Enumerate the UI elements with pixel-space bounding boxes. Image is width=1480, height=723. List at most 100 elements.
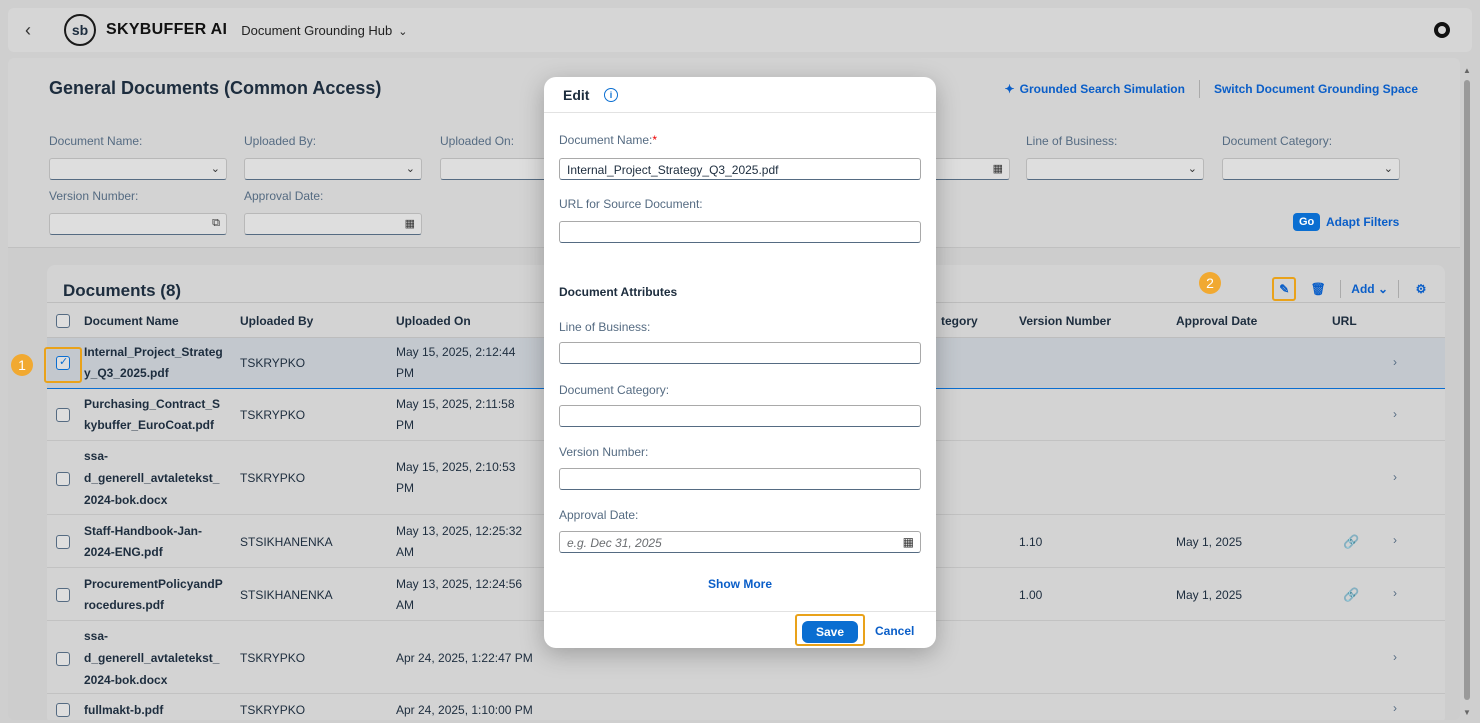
add-menu-button[interactable]: Add ⌄ — [1351, 282, 1388, 296]
filter-uploaded-by: Uploaded By: ⌄ — [244, 134, 422, 180]
uploaded-by: STSIKHANENKA — [240, 535, 333, 549]
app-title: Document Grounding Hub — [241, 22, 393, 38]
brand-name: SKYBUFFER AI — [106, 21, 228, 38]
version-number-field[interactable] — [559, 468, 921, 490]
row-checkbox[interactable] — [56, 472, 70, 486]
column-uploaded-on[interactable]: Uploaded On — [396, 314, 471, 328]
filter-version-number: Version Number: ⧉ — [49, 189, 227, 235]
navigation-chevron-icon[interactable]: › — [1393, 355, 1397, 369]
filter-label: Uploaded By: — [244, 134, 317, 148]
table-row[interactable]: fullmakt-b.pdf TSKRYPKO Apr 24, 2025, 1:… — [47, 695, 1445, 720]
calendar-icon[interactable]: ▦ — [903, 535, 914, 549]
uploaded-by-select[interactable]: ⌄ — [244, 158, 422, 180]
column-uploaded-by[interactable]: Uploaded By — [240, 314, 313, 328]
document-category-select[interactable]: ⌄ — [1222, 158, 1400, 180]
navigation-chevron-icon[interactable]: › — [1393, 470, 1397, 484]
grounded-search-simulation-link[interactable]: Grounded Search Simulation — [1020, 82, 1185, 96]
navigation-chevron-icon[interactable]: › — [1393, 701, 1397, 715]
approval-date-input[interactable]: ▦ — [244, 213, 422, 235]
dialog-title: Edit — [563, 87, 590, 103]
scroll-down-icon[interactable]: ▼ — [1463, 708, 1471, 717]
uploaded-by: TSKRYPKO — [240, 651, 306, 665]
navigation-chevron-icon[interactable]: › — [1393, 586, 1397, 600]
uploaded-on-line: PM — [396, 418, 414, 432]
show-more-link[interactable]: Show More — [544, 577, 936, 591]
app-title-menu[interactable]: Document Grounding Hub ⌄ — [241, 23, 407, 38]
filter-label: Version Number: — [49, 189, 139, 203]
row-checkbox[interactable] — [56, 703, 70, 717]
shell-bar: ‹ sb SKYBUFFER AI Document Grounding Hub… — [8, 8, 1472, 52]
settings-gear-icon[interactable]: ⚙ — [1409, 277, 1433, 301]
line-of-business-select[interactable]: ⌄ — [1026, 158, 1204, 180]
filter-label: Approval Date: — [244, 189, 324, 203]
uploaded-by: TSKRYPKO — [240, 356, 306, 370]
navigation-chevron-icon[interactable]: › — [1393, 650, 1397, 664]
dialog-header: Edit i — [544, 77, 936, 113]
document-name-line: ssa- — [84, 629, 109, 643]
document-name-line: ProcurementPolicyandP — [84, 577, 223, 591]
select-all-checkbox[interactable] — [56, 314, 70, 328]
filter-document-category: Document Category: ⌄ — [1222, 134, 1400, 180]
version-number: 1.10 — [1019, 535, 1043, 549]
approval-date-placeholder: e.g. Dec 31, 2025 — [567, 536, 662, 550]
step-callout-2: 2 — [1199, 272, 1221, 294]
calendar-icon[interactable]: ▦ — [993, 162, 1003, 175]
column-document-name[interactable]: Document Name — [84, 314, 179, 328]
row-checkbox[interactable] — [56, 652, 70, 666]
delete-icon[interactable]: 🗑 — [1306, 277, 1330, 301]
document-name-line: 2024-bok.docx — [84, 493, 168, 507]
document-name-line: rocedures.pdf — [84, 598, 165, 612]
cancel-button[interactable]: Cancel — [875, 624, 914, 638]
approval-date-field[interactable]: e.g. Dec 31, 2025 ▦ — [559, 531, 921, 553]
chevron-down-icon: ⌄ — [1187, 163, 1197, 175]
uploaded-by: STSIKHANENKA — [240, 588, 333, 602]
divider — [1340, 280, 1342, 298]
logo-text: sb — [71, 22, 89, 38]
uploaded-on-line: May 15, 2025, 2:11:58 — [396, 397, 515, 411]
info-icon[interactable]: i — [604, 88, 618, 102]
version-number-input[interactable]: ⧉ — [49, 213, 227, 235]
column-url[interactable]: URL — [1332, 314, 1357, 328]
switch-grounding-space-link[interactable]: Switch Document Grounding Space — [1214, 82, 1418, 96]
value-help-icon[interactable]: ⧉ — [212, 217, 220, 230]
column-version-number[interactable]: Version Number — [1019, 314, 1111, 328]
github-icon[interactable] — [1434, 22, 1450, 38]
document-category-label: Document Category: — [559, 383, 670, 397]
edit-pencil-icon[interactable]: ✎ — [1272, 277, 1297, 301]
navigation-chevron-icon[interactable]: › — [1393, 533, 1397, 547]
scroll-up-icon[interactable]: ▲ — [1463, 66, 1471, 75]
line-of-business-label: Line of Business: — [559, 320, 651, 334]
page-scrollbar[interactable]: ▲ ▼ — [1462, 58, 1472, 720]
navigation-chevron-icon[interactable]: › — [1393, 407, 1397, 421]
document-category-field[interactable] — [559, 405, 921, 427]
row-checkbox[interactable] — [56, 588, 70, 602]
document-name-line: kybuffer_EuroCoat.pdf — [84, 418, 215, 432]
uploaded-on-line: May 15, 2025, 2:10:53 — [396, 460, 516, 474]
url-source-field[interactable] — [559, 221, 921, 243]
document-name-line: d_generell_avtaletekst_ — [84, 471, 220, 485]
chevron-down-icon: ⌄ — [398, 25, 408, 38]
checkbox-highlight — [44, 347, 82, 383]
page-title: General Documents (Common Access) — [49, 78, 382, 98]
uploaded-by: TSKRYPKO — [240, 408, 306, 422]
link-icon[interactable]: 🔗 — [1343, 587, 1359, 603]
document-name-line: Internal_Project_Strateg — [84, 345, 223, 359]
document-name-field[interactable]: Internal_Project_Strategy_Q3_2025.pdf — [559, 158, 921, 180]
url-source-label: URL for Source Document: — [559, 197, 703, 211]
back-chevron-icon[interactable]: ‹ — [8, 20, 48, 41]
line-of-business-field[interactable] — [559, 342, 921, 364]
column-approval-date[interactable]: Approval Date — [1176, 314, 1257, 328]
filter-approval-date: Approval Date: ▦ — [244, 189, 422, 235]
scroll-thumb[interactable] — [1464, 80, 1470, 700]
adapt-filters-link[interactable]: Adapt Filters — [1326, 215, 1399, 229]
go-button[interactable]: Go — [1293, 213, 1321, 231]
row-checkbox[interactable] — [56, 535, 70, 549]
row-checkbox[interactable] — [56, 408, 70, 422]
document-name-select[interactable]: ⌄ — [49, 158, 227, 180]
document-name-line: 2024-bok.docx — [84, 673, 168, 687]
calendar-icon[interactable]: ▦ — [405, 217, 415, 230]
chevron-down-icon: ⌄ — [405, 163, 415, 175]
uploaded-on-line: May 13, 2025, 12:25:32 — [396, 524, 523, 538]
link-icon[interactable]: 🔗 — [1343, 534, 1359, 550]
column-document-category[interactable]: tegory — [941, 314, 978, 328]
